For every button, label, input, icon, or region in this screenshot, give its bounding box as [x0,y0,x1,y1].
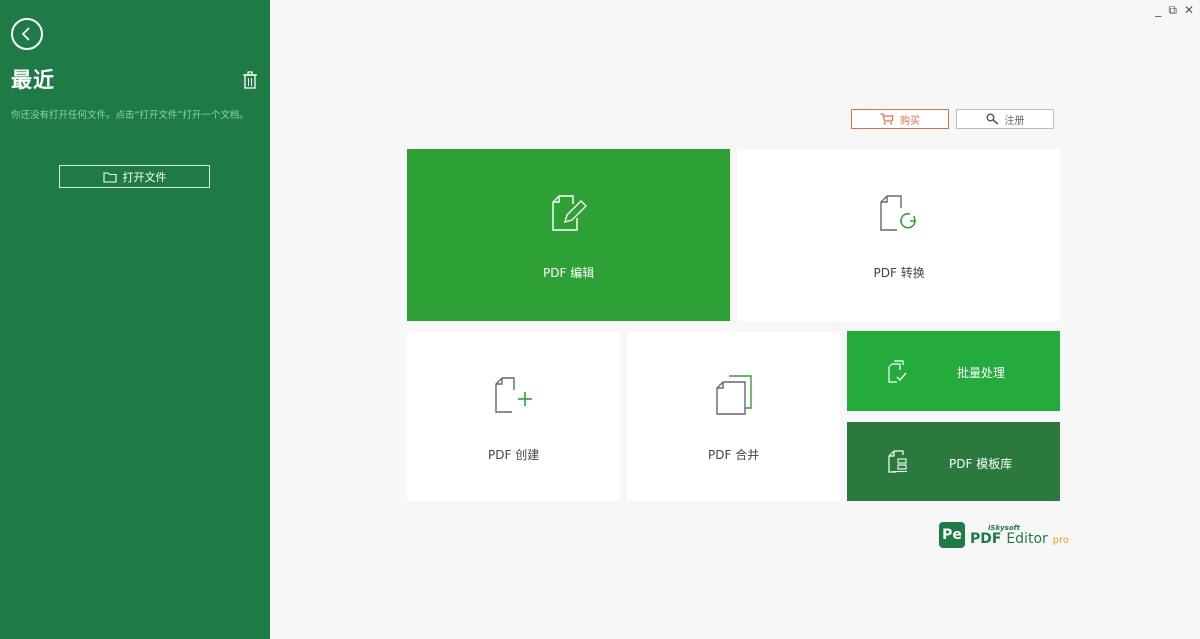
pdf-edit-label: PDF 编辑 [543,266,595,280]
register-button[interactable]: 注册 [956,109,1054,129]
pdf-template-tile[interactable]: PDF 模板库 [847,422,1060,501]
recent-title: 最近 [11,68,55,92]
pdf-convert-label: PDF 转换 [873,266,925,280]
logo-editor: Editor [1006,530,1048,547]
pdf-create-tile[interactable]: PDF 创建 [407,332,620,501]
chevron-left-icon [21,27,30,41]
pdf-merge-label: PDF 合并 [708,448,760,462]
merge-documents-icon [716,375,752,415]
template-document-icon [888,450,907,473]
buy-label: 购买 [900,115,920,127]
close-button[interactable]: ✕ [1184,3,1194,17]
convert-document-icon [880,195,916,231]
back-button[interactable] [11,18,43,50]
product-logo: Pe iSkysoft PDF Editor pro [939,522,1069,548]
batch-process-label: 批量处理 [957,366,1006,380]
buy-button[interactable]: 购买 [851,109,949,129]
batch-process-tile[interactable]: 批量处理 [847,331,1060,411]
register-label: 注册 [1004,115,1025,127]
edit-document-icon [552,195,587,231]
trash-icon[interactable] [242,71,258,89]
pdf-template-label: PDF 模板库 [949,457,1013,471]
pdf-create-label: PDF 创建 [488,448,540,462]
minimize-button[interactable]: _ [1155,3,1161,17]
create-document-icon [495,377,532,413]
restore-button[interactable]: ⧉ [1168,3,1177,17]
window-controls: _ ⧉ ✕ [1155,3,1194,17]
key-search-icon [986,113,998,125]
pdf-edit-tile[interactable]: PDF 编辑 [407,149,730,321]
folder-icon [102,171,117,183]
batch-documents-icon [888,360,907,383]
logo-text: iSkysoft PDF Editor pro [970,524,1069,546]
logo-product: PDF [970,530,1002,547]
open-file-label: 打开文件 [122,170,167,184]
logo-product-name: PDF Editor pro [970,532,1069,546]
empty-recent-message: 你还没有打开任何文件。点击“打开文件”打开一个文档。 [11,110,249,121]
cart-icon [880,113,894,125]
pdf-convert-tile[interactable]: PDF 转换 [738,149,1060,321]
logo-edition: pro [1052,534,1069,546]
open-file-button[interactable]: 打开文件 [59,165,210,188]
recent-sidebar: 最近 你还没有打开任何文件。点击“打开文件”打开一个文档。 打开文件 [0,0,270,639]
pdf-merge-tile[interactable]: PDF 合并 [627,332,840,501]
pe-logo-badge: Pe [939,522,965,548]
